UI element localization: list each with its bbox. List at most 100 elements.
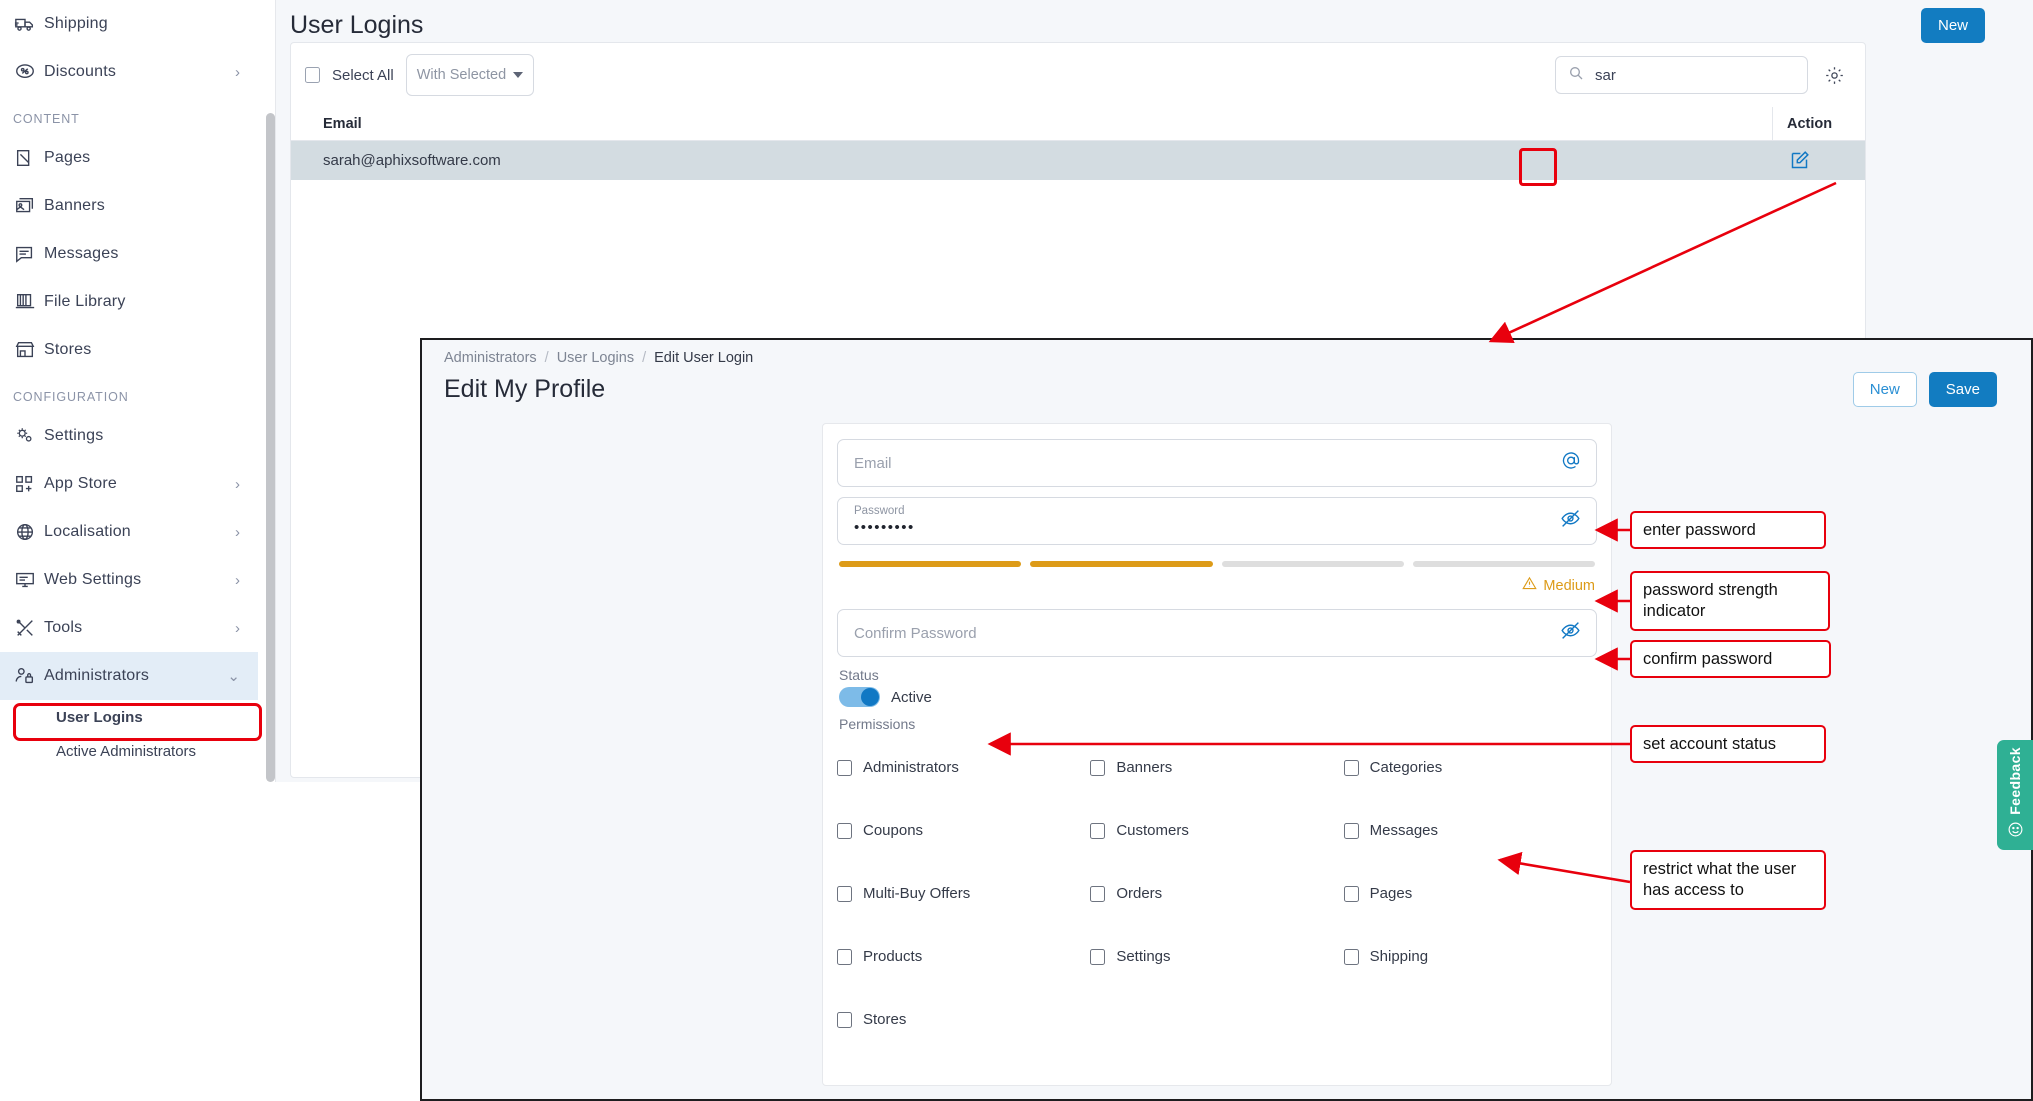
sidebar-sub-label: Active Administrators	[56, 742, 197, 760]
sidebar-item-messages[interactable]: Messages	[0, 230, 258, 278]
password-value: •••••••••	[854, 519, 915, 537]
chevron-right-icon: ›	[235, 523, 240, 541]
truck-icon	[14, 13, 44, 35]
sidebar-item-label: Tools	[44, 619, 83, 636]
sidebar-item-active-administrators[interactable]: Active Administrators	[0, 734, 258, 768]
sidebar-item-user-logins[interactable]: User Logins	[0, 700, 258, 734]
breadcrumb-current: Edit User Login	[654, 350, 754, 366]
sidebar-item-pages[interactable]: Pages	[0, 134, 258, 182]
permission-customers[interactable]: Customers	[1090, 799, 1343, 862]
permission-checkbox[interactable]	[1090, 948, 1106, 965]
permission-messages[interactable]: Messages	[1343, 799, 1597, 862]
status-toggle[interactable]	[839, 687, 880, 707]
breadcrumb-user-logins[interactable]: User Logins	[557, 350, 634, 366]
permission-checkbox[interactable]	[837, 822, 852, 839]
app-root: Shipping Discounts › CONTENT Pages Banne…	[0, 0, 2033, 1101]
sidebar-item-file-library[interactable]: File Library	[0, 278, 258, 326]
permission-banners[interactable]: Banners	[1090, 736, 1343, 799]
globe-icon	[14, 521, 44, 543]
confirm-password-field[interactable]: Confirm Password	[837, 609, 1597, 657]
permission-settings[interactable]: Settings	[1090, 925, 1343, 988]
settings-gear-icon[interactable]	[1824, 65, 1845, 86]
sidebar-item-discounts[interactable]: Discounts ›	[0, 48, 258, 96]
permission-label: Customers	[1116, 822, 1189, 839]
with-selected-dropdown[interactable]: With Selected	[405, 54, 534, 96]
permission-checkbox[interactable]	[1090, 822, 1106, 839]
permission-checkbox[interactable]	[1343, 822, 1359, 839]
status-toggle-label: Active	[891, 688, 932, 706]
discount-tag-icon	[14, 61, 44, 83]
email-field[interactable]: Email	[837, 439, 1597, 487]
sidebar-sub-label: User Logins	[56, 708, 143, 726]
permission-checkbox[interactable]	[1343, 759, 1359, 776]
permission-multi-buy-offers[interactable]: Multi-Buy Offers	[837, 862, 1090, 925]
strength-segment	[1030, 561, 1213, 567]
search-box[interactable]	[1555, 56, 1808, 94]
at-sign-icon	[1561, 451, 1581, 476]
permission-coupons[interactable]: Coupons	[837, 799, 1090, 862]
permission-checkbox[interactable]	[1090, 885, 1106, 902]
password-strength-bar	[839, 561, 1595, 567]
eye-off-icon[interactable]	[1560, 508, 1581, 534]
sidebar-item-settings[interactable]: Settings	[0, 412, 258, 460]
sidebar-item-web-settings[interactable]: Web Settings ›	[0, 556, 258, 604]
sidebar-item-shipping[interactable]: Shipping	[0, 0, 258, 48]
sidebar-section-configuration: CONFIGURATION	[13, 390, 129, 404]
permission-checkbox[interactable]	[837, 885, 852, 902]
permission-checkbox[interactable]	[837, 1011, 852, 1028]
breadcrumb-administrators[interactable]: Administrators	[444, 350, 537, 366]
callout-set-account-status: set account status	[1630, 725, 1826, 763]
permission-stores[interactable]: Stores	[837, 988, 1090, 1051]
password-field[interactable]: Password •••••••••	[837, 497, 1597, 545]
permission-categories[interactable]: Categories	[1343, 736, 1597, 799]
permission-label: Settings	[1116, 948, 1171, 965]
table-row[interactable]: sarah@aphixsoftware.com	[291, 141, 1865, 180]
permission-label: Coupons	[863, 822, 924, 839]
permission-orders[interactable]: Orders	[1090, 862, 1343, 925]
sidebar-scrollbar[interactable]	[266, 113, 275, 782]
status-label: Status	[839, 667, 879, 683]
select-all-label: Select All	[332, 66, 394, 84]
permission-checkbox[interactable]	[1090, 759, 1106, 776]
monitor-icon	[14, 569, 44, 591]
permission-checkbox[interactable]	[837, 948, 852, 965]
permission-label: Pages	[1369, 885, 1413, 902]
sidebar-item-label: Pages	[44, 149, 91, 166]
permission-products[interactable]: Products	[837, 925, 1090, 988]
edit-user-login-modal: Administrators / User Logins / Edit User…	[420, 338, 2033, 1101]
callout-confirm-password: confirm password	[1630, 640, 1831, 678]
select-all-checkbox[interactable]	[305, 67, 320, 83]
message-icon	[14, 243, 44, 265]
sidebar-item-administrators[interactable]: Administrators ⌄	[0, 652, 258, 700]
sidebar-item-banners[interactable]: Banners	[0, 182, 258, 230]
breadcrumb: Administrators / User Logins / Edit User…	[422, 340, 2031, 366]
chevron-down-icon: ⌄	[227, 668, 240, 685]
sidebar-item-label: Discounts	[44, 63, 117, 80]
permission-pages[interactable]: Pages	[1343, 862, 1597, 925]
sidebar-item-label: Web Settings	[44, 571, 142, 588]
sidebar-item-label: Administrators	[44, 667, 150, 684]
sidebar-item-app-store[interactable]: App Store ›	[0, 460, 258, 508]
sidebar-item-tools[interactable]: Tools ›	[0, 604, 258, 652]
callout-text: enter password	[1643, 520, 1756, 539]
feedback-tab[interactable]: Feedback	[1997, 740, 2033, 850]
modal-new-button[interactable]: New	[1852, 372, 1917, 407]
permission-shipping[interactable]: Shipping	[1343, 925, 1597, 988]
chevron-right-icon: ›	[235, 571, 240, 589]
search-icon	[1568, 65, 1584, 86]
permission-administrators[interactable]: Administrators	[837, 736, 1090, 799]
modal-save-button[interactable]: Save	[1928, 372, 1997, 407]
edit-pencil-icon[interactable]	[1782, 144, 1816, 178]
eye-off-icon[interactable]	[1560, 620, 1581, 646]
sidebar-item-stores[interactable]: Stores	[0, 326, 258, 374]
permission-label: Multi-Buy Offers	[863, 885, 971, 902]
sidebar: Shipping Discounts › CONTENT Pages Banne…	[0, 0, 258, 782]
sidebar-item-localisation[interactable]: Localisation ›	[0, 508, 258, 556]
new-button[interactable]: New	[1920, 7, 1985, 43]
permission-checkbox[interactable]	[1343, 885, 1359, 902]
permission-checkbox[interactable]	[1343, 948, 1359, 965]
search-input[interactable]	[1595, 66, 1795, 84]
permission-label: Categories	[1369, 759, 1443, 776]
column-header-email: Email	[323, 115, 362, 132]
permission-checkbox[interactable]	[837, 759, 852, 776]
